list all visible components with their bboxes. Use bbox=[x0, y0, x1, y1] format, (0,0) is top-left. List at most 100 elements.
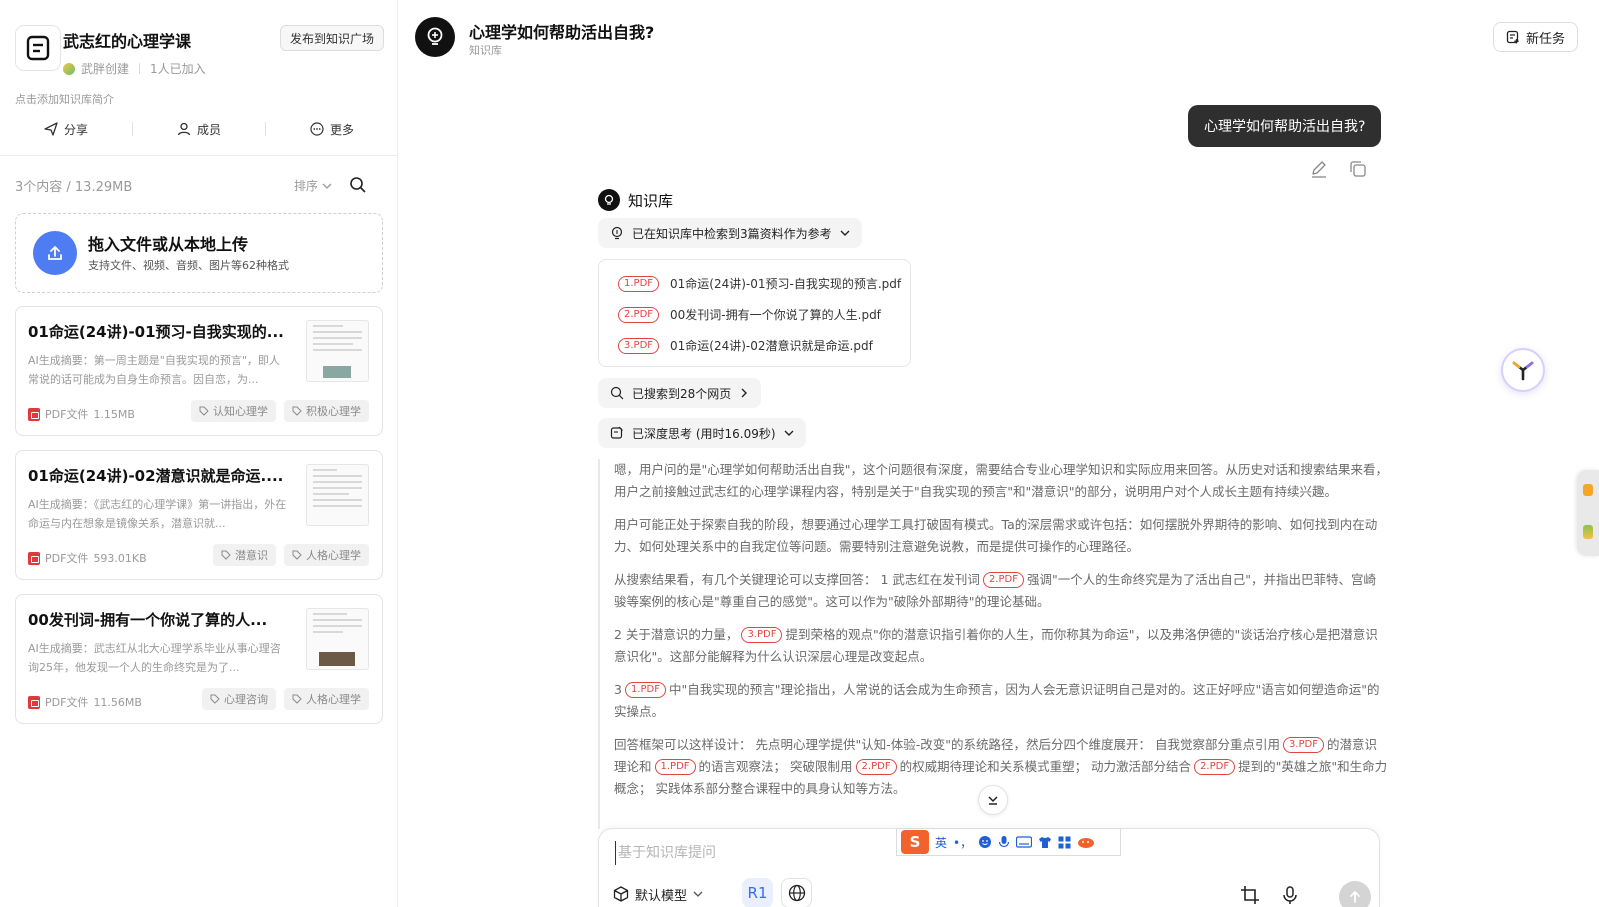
tag-icon bbox=[199, 406, 209, 416]
doc-card[interactable]: 00发刊词-拥有一个你说了算的人... AI生成摘要：武志红从北大心理学系毕业从… bbox=[15, 594, 383, 724]
microphone-icon[interactable] bbox=[998, 835, 1010, 849]
thinking-paragraph: 2 关于潜意识的力量， 3.PDF 提到荣格的观点"你的潜意识指引着你的人生，而你称… bbox=[614, 624, 1388, 668]
doc-tags: 心理咨询 人格心理学 bbox=[202, 688, 369, 710]
cube-icon bbox=[613, 886, 629, 902]
edit-icon[interactable] bbox=[1309, 159, 1329, 179]
sidebar-divider bbox=[0, 155, 398, 156]
web-search-toggle[interactable] bbox=[781, 878, 812, 907]
upload-subtitle: 支持文件、视频、音频、图片等62种格式 bbox=[88, 259, 289, 272]
publish-to-square-button[interactable]: 发布到知识广场 bbox=[280, 25, 385, 51]
doc-title: 00发刊词-拥有一个你说了算的人... bbox=[28, 611, 268, 629]
doc-size: 593.01KB bbox=[93, 551, 147, 565]
ime-lang-toggle[interactable]: 英 bbox=[935, 834, 947, 851]
upload-title: 拖入文件或从本地上传 bbox=[88, 235, 249, 254]
assistant-header: 知识库 bbox=[598, 189, 673, 211]
kb-logo-icon bbox=[15, 25, 61, 71]
doc-tag[interactable]: 积极心理学 bbox=[284, 400, 369, 422]
new-task-button[interactable]: 新任务 bbox=[1493, 22, 1579, 52]
tag-icon bbox=[292, 406, 302, 416]
more-icon bbox=[310, 122, 324, 136]
send-button[interactable] bbox=[1339, 881, 1371, 907]
more-label: 更多 bbox=[329, 122, 354, 137]
sogou-logo-icon[interactable]: S bbox=[901, 830, 929, 854]
members-joined[interactable]: 1人已加入 bbox=[150, 60, 206, 77]
tag-icon bbox=[292, 550, 302, 560]
thinking-paragraph: 用户可能正处于探索自我的阶段，想要通过心理学工具打破固有模式。Ta的深层需求或许… bbox=[614, 517, 1378, 554]
upload-dropzone[interactable]: 拖入文件或从本地上传 支持文件、视频、音频、图片等62种格式 bbox=[15, 213, 383, 293]
emoji-icon[interactable] bbox=[978, 835, 992, 849]
search-icon[interactable] bbox=[349, 176, 367, 194]
copy-icon[interactable] bbox=[1348, 159, 1368, 179]
doc-tag[interactable]: 认知心理学 bbox=[191, 400, 276, 422]
keyboard-icon[interactable] bbox=[1016, 836, 1033, 848]
chevron-down-icon bbox=[322, 183, 332, 189]
doc-size: 11.56MB bbox=[93, 695, 142, 709]
deep-think-toggle[interactable]: 已深度思考 (用时16.09秒) bbox=[598, 418, 806, 448]
doc-tag[interactable]: 人格心理学 bbox=[284, 544, 369, 566]
more-button[interactable]: 更多 bbox=[266, 121, 398, 138]
reference-item[interactable]: 2.PDF 00发刊词-拥有一个你说了算的人生.pdf bbox=[599, 299, 910, 330]
thinking-text: 的权威期待理论和关系模式重塑； 动力激活部分结合 bbox=[899, 759, 1192, 774]
share-icon bbox=[44, 122, 58, 136]
citation-badge[interactable]: 3.PDF bbox=[741, 627, 783, 643]
reference-list: 1.PDF 01命运(24讲)-01预习-自我实现的预言.pdf 2.PDF 0… bbox=[598, 259, 911, 367]
reference-item[interactable]: 1.PDF 01命运(24讲)-01预习-自我实现的预言.pdf bbox=[599, 268, 910, 299]
shirt-icon[interactable] bbox=[1038, 836, 1052, 849]
thinking-paragraph: 3 1.PDF 中"自我实现的预言"理论指出，人常说的话会成为生命预言，因为人会无意… bbox=[614, 679, 1388, 723]
citation-badge[interactable]: 2.PDF bbox=[982, 572, 1024, 588]
citation-badge[interactable]: 2.PDF bbox=[855, 759, 897, 775]
web-search-icon bbox=[610, 386, 624, 400]
side-tool-tab[interactable] bbox=[1577, 470, 1599, 556]
retrieval-toggle[interactable]: 已在知识库中检索到3篇资料作为参考 bbox=[598, 218, 862, 248]
deep-think-label: 已深度思考 (用时16.09秒) bbox=[632, 426, 776, 441]
citation-badge[interactable]: 1.PDF bbox=[654, 759, 696, 775]
chat-main: 心理学如何帮助活出自我? 知识库 新任务 心理学如何帮助活出自我? 知识库 已在… bbox=[399, 0, 1599, 907]
lightbulb-icon bbox=[598, 189, 620, 211]
apps-grid-icon[interactable] bbox=[1058, 836, 1071, 849]
new-task-icon bbox=[1506, 30, 1519, 44]
chevron-down-icon bbox=[784, 430, 794, 436]
ime-punct-toggle[interactable]: •， bbox=[953, 834, 972, 851]
kb-meta: 武胖创建 1人已加入 bbox=[63, 60, 206, 77]
citation-badge[interactable]: 3.PDF bbox=[618, 337, 660, 354]
mascot-icon[interactable] bbox=[1077, 836, 1095, 849]
citation-badge[interactable]: 3.PDF bbox=[1282, 737, 1325, 753]
assistant-float-icon[interactable] bbox=[1501, 348, 1545, 392]
scroll-to-bottom-button[interactable] bbox=[978, 785, 1008, 815]
citation-badge[interactable]: 1.PDF bbox=[624, 682, 666, 698]
arrow-down-icon bbox=[988, 796, 998, 805]
tool-badge-icon bbox=[1583, 525, 1593, 539]
thinking-text: 从搜索结果看，有几个关键理论可以支撑回答： bbox=[614, 572, 877, 587]
doc-card[interactable]: 01命运(24讲)-01预习-自我实现的... AI生成摘要：第一周主题是"自我… bbox=[15, 306, 383, 436]
creator-name: 武胖创建 bbox=[81, 62, 130, 76]
doc-tag[interactable]: 人格心理学 bbox=[284, 688, 369, 710]
sort-button[interactable]: 排序 bbox=[294, 177, 332, 194]
members-button[interactable]: 成员 bbox=[133, 121, 265, 138]
thinking-paragraph: 嗯，用户问的是"心理学如何帮助活出自我"，这个问题很有深度，需要结合专业心理学知… bbox=[614, 462, 1388, 499]
doc-tag[interactable]: 潜意识 bbox=[213, 544, 276, 566]
citation-badge[interactable]: 2.PDF bbox=[1194, 759, 1236, 775]
doc-tag-label: 积极心理学 bbox=[306, 405, 361, 418]
thinking-text: 1 武志红在发刊词 bbox=[880, 572, 980, 587]
citation-badge[interactable]: 2.PDF bbox=[618, 306, 660, 323]
doc-tag[interactable]: 心理咨询 bbox=[202, 688, 276, 710]
doc-tag-label: 潜意识 bbox=[235, 549, 268, 562]
model-label: 默认模型 bbox=[635, 888, 688, 904]
citation-badge[interactable]: 1.PDF bbox=[618, 275, 660, 292]
reference-item[interactable]: 3.PDF 01命运(24讲)-02潜意识就是命运.pdf bbox=[599, 330, 910, 361]
doc-thumbnail bbox=[306, 464, 369, 526]
doc-card[interactable]: 01命运(24讲)-02潜意识就是命运.... AI生成摘要：《武志红的心理学课… bbox=[15, 450, 383, 580]
retrieval-label: 已在知识库中检索到3篇资料作为参考 bbox=[632, 226, 832, 241]
lightbulb-icon bbox=[611, 226, 623, 240]
crop-icon[interactable] bbox=[1240, 885, 1260, 905]
thinking-content: 嗯，用户问的是"心理学如何帮助活出自我"，这个问题很有深度，需要结合专业心理学知… bbox=[598, 459, 1388, 829]
upload-icon bbox=[33, 231, 77, 275]
conversation-title: 心理学如何帮助活出自我? bbox=[469, 23, 655, 42]
share-button[interactable]: 分享 bbox=[0, 121, 132, 138]
r1-toggle[interactable]: R1 bbox=[742, 878, 773, 907]
microphone-icon[interactable] bbox=[1280, 885, 1300, 905]
web-search-toggle[interactable]: 已搜索到28个网页 bbox=[598, 378, 762, 408]
kb-intro-placeholder[interactable]: 点击添加知识库简介 bbox=[15, 91, 114, 107]
chevron-down-icon bbox=[693, 891, 703, 897]
model-selector[interactable]: 默认模型 bbox=[613, 881, 703, 907]
